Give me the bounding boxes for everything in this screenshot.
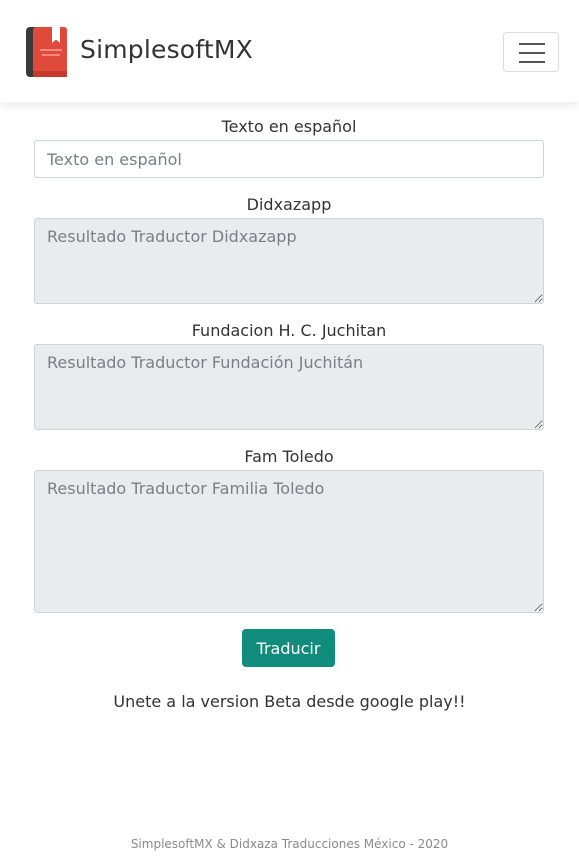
hamburger-menu-icon-bar [519,61,545,63]
navbar: SimplesoftMX [0,0,579,102]
beta-promo-text: Unete a la version Beta desde google pla… [113,692,466,711]
spanish-text-label: Texto en español [221,117,357,136]
fundacion-label: Fundacion H. C. Juchitan [191,321,387,340]
hamburger-menu-icon-bar [519,52,545,54]
spanish-text-input[interactable] [34,140,544,178]
didxazapp-label: Didxazapp [246,195,332,214]
red-book-icon[interactable] [26,27,67,77]
footer-text: SimplesoftMX & Didxaza Traducciones Méxi… [130,837,449,851]
fundacion-result-textarea[interactable] [34,344,544,430]
toledo-label: Fam Toledo [244,447,334,466]
translate-button[interactable]: Traducir [242,629,335,667]
brand-name[interactable]: SimplesoftMX [80,34,253,66]
toledo-result-textarea[interactable] [34,470,544,613]
hamburger-menu-button[interactable] [503,32,559,72]
hamburger-menu-icon [519,43,545,45]
didxazapp-result-textarea[interactable] [34,218,544,304]
